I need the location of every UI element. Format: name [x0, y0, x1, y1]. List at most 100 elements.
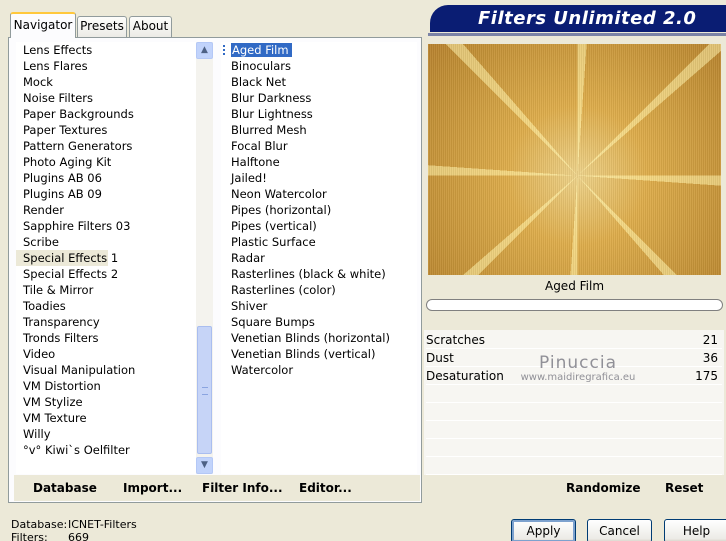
filter-item-label: Watercolor	[231, 363, 294, 377]
category-item[interactable]: Transparency	[16, 314, 196, 330]
category-item[interactable]: Photo Aging Kit	[16, 154, 196, 170]
category-item[interactable]: Video	[16, 346, 196, 362]
scroll-up-icon[interactable]: ▲	[196, 42, 213, 59]
category-item[interactable]: Paper Textures	[16, 122, 196, 138]
filter-list[interactable]: Aged Film Binoculars Black Net Blur Darknes…	[221, 42, 417, 474]
filter-item[interactable]: Plastic Surface	[221, 234, 417, 250]
category-item[interactable]: Tile & Mirror	[16, 282, 196, 298]
filter-item-label: Black Net	[231, 75, 286, 89]
filter-item[interactable]: Rasterlines (black & white)	[221, 266, 417, 282]
category-item[interactable]: Toadies	[16, 298, 196, 314]
filter-item[interactable]: Pipes (vertical)	[221, 218, 417, 234]
category-item[interactable]: Scribe	[16, 234, 196, 250]
randomize-button[interactable]: Randomize	[566, 481, 640, 495]
filter-item-label: Square Bumps	[231, 315, 315, 329]
filter-item-label: Focal Blur	[231, 139, 288, 153]
filter-item[interactable]: Venetian Blinds (vertical)	[221, 346, 417, 362]
category-scrollbar[interactable]: ▲ ▼	[196, 42, 213, 474]
category-item[interactable]: Visual Manipulation	[16, 362, 196, 378]
status-filters-value: 669	[68, 531, 89, 541]
filter-item-label: Pipes (horizontal)	[231, 203, 332, 217]
category-item[interactable]: Paper Backgrounds	[16, 106, 196, 122]
selection-marker	[223, 45, 229, 55]
scroll-thumb[interactable]	[197, 326, 212, 454]
watermark-name: Pinuccia	[539, 353, 617, 373]
param-value[interactable]: 36	[703, 349, 718, 367]
category-item[interactable]: °v° Kiwi`s Oelfilter	[16, 442, 196, 458]
filter-item[interactable]: Neon Watercolor	[221, 186, 417, 202]
filter-item[interactable]: Black Net	[221, 74, 417, 90]
category-list[interactable]: Lens Effects Lens Flares Mock Noise Filters…	[16, 42, 196, 474]
param-label: Scratches	[426, 333, 486, 347]
param-slot	[426, 439, 722, 457]
status-database-label: Database:	[11, 518, 68, 531]
filter-item-label: Rasterlines (color)	[231, 283, 336, 297]
import-button[interactable]: Import...	[123, 481, 182, 495]
filter-item-label: Halftone	[231, 155, 280, 169]
filter-item-label: Aged Film	[231, 43, 292, 57]
filter-item[interactable]: Radar	[221, 250, 417, 266]
param-label: Desaturation	[426, 369, 504, 383]
filter-item-label: Shiver	[231, 299, 268, 313]
filter-item[interactable]: Blurred Mesh	[221, 122, 417, 138]
category-item[interactable]: VM Stylize	[16, 394, 196, 410]
scroll-down-icon[interactable]: ▼	[196, 457, 213, 474]
filter-item-label: Blurred Mesh	[231, 123, 307, 137]
filter-item-label: Rasterlines (black & white)	[231, 267, 386, 281]
param-value[interactable]: 21	[703, 331, 718, 349]
progress-bar	[426, 299, 723, 311]
editor-button[interactable]: Editor...	[299, 481, 352, 495]
category-item[interactable]: Mock	[16, 74, 196, 90]
category-item[interactable]: VM Distortion	[16, 378, 196, 394]
tab-navigator[interactable]: Navigator	[10, 12, 76, 38]
filter-preview-image	[428, 44, 721, 275]
category-item[interactable]: Noise Filters	[16, 90, 196, 106]
parameter-panel: Scratches 21 Dust 36 Desaturation 175	[424, 330, 724, 475]
database-button[interactable]: Database	[33, 481, 97, 495]
watermark: Pinuccia www.maidiregrafica.eu	[508, 354, 648, 384]
cancel-button[interactable]: Cancel	[587, 519, 652, 541]
category-item[interactable]: Plugins AB 09	[16, 186, 196, 202]
apply-button[interactable]: Apply	[511, 519, 576, 541]
category-item[interactable]: Lens Flares	[16, 58, 196, 74]
filter-item[interactable]: Jailed!	[221, 170, 417, 186]
category-item[interactable]: Pattern Generators	[16, 138, 196, 154]
category-item[interactable]: Special Effects 1	[16, 250, 118, 266]
filter-item[interactable]: Halftone	[221, 154, 417, 170]
banner-stripe	[428, 33, 726, 36]
category-item[interactable]: Render	[16, 202, 196, 218]
category-item[interactable]: Special Effects 2	[16, 266, 196, 282]
filter-item[interactable]: Aged Film	[221, 42, 417, 58]
param-scratches[interactable]: Scratches 21	[426, 331, 722, 349]
left-button-bar: Database Import... Filter Info... Editor…	[14, 475, 420, 501]
filter-item-label: Plastic Surface	[231, 235, 316, 249]
filter-item[interactable]: Venetian Blinds (horizontal)	[221, 330, 417, 346]
category-item[interactable]: Plugins AB 06	[16, 170, 196, 186]
category-item[interactable]: Sapphire Filters 03	[16, 218, 196, 234]
tab-presets[interactable]: Presets	[77, 16, 127, 37]
filter-item[interactable]: Binoculars	[221, 58, 417, 74]
category-item[interactable]: Tronds Filters	[16, 330, 196, 346]
category-item[interactable]: Lens Effects	[16, 42, 196, 58]
help-button[interactable]: Help	[664, 519, 726, 541]
filter-item-label: Blur Darkness	[231, 91, 312, 105]
filter-item-label: Neon Watercolor	[231, 187, 327, 201]
reset-button[interactable]: Reset	[665, 481, 703, 495]
filter-item[interactable]: Focal Blur	[221, 138, 417, 154]
filter-item[interactable]: Shiver	[221, 298, 417, 314]
filter-item[interactable]: Blur Darkness	[221, 90, 417, 106]
param-value[interactable]: 175	[695, 367, 718, 385]
filter-item[interactable]: Rasterlines (color)	[221, 282, 417, 298]
filter-item-label: Venetian Blinds (horizontal)	[231, 331, 390, 345]
filter-item[interactable]: Watercolor	[221, 362, 417, 378]
filter-item[interactable]: Square Bumps	[221, 314, 417, 330]
filter-item[interactable]: Blur Lightness	[221, 106, 417, 122]
filter-item[interactable]: Pipes (horizontal)	[221, 202, 417, 218]
tab-about[interactable]: About	[129, 16, 172, 37]
category-item[interactable]: VM Texture	[16, 410, 196, 426]
status-database-value: ICNET-Filters	[68, 518, 137, 531]
param-slot	[426, 403, 722, 421]
filter-info-button[interactable]: Filter Info...	[202, 481, 283, 495]
category-item[interactable]: Willy	[16, 426, 196, 442]
right-button-bar: Randomize Reset	[424, 475, 726, 503]
